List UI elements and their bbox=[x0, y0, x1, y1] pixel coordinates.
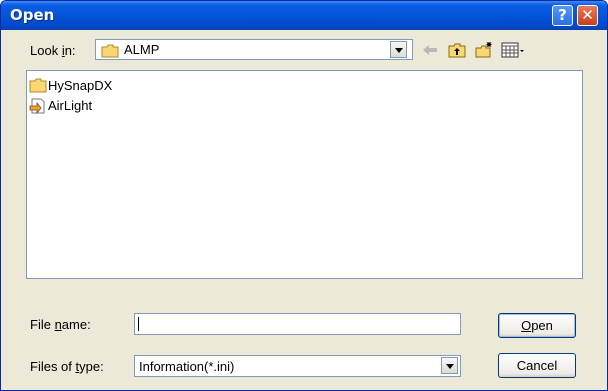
up-folder-icon[interactable] bbox=[447, 41, 467, 59]
title-bar[interactable]: Open ? ✕ bbox=[1, 1, 607, 30]
lookin-select[interactable]: ALMP bbox=[95, 39, 413, 60]
open-dialog: Open ? ✕ Look in: ALMP HySnapDX AirLight… bbox=[0, 0, 608, 391]
file-name: HySnapDX bbox=[48, 78, 113, 93]
lookin-label-post: n: bbox=[64, 43, 76, 58]
open-button-accel: O bbox=[521, 318, 532, 333]
filename-label: File name: bbox=[30, 317, 91, 332]
help-button[interactable]: ? bbox=[552, 5, 573, 26]
lookin-label: Look in: bbox=[30, 43, 76, 58]
folder-icon bbox=[101, 44, 119, 58]
filetype-label-pre: Files of bbox=[30, 359, 76, 374]
window-title: Open bbox=[10, 6, 55, 24]
file-list[interactable]: HySnapDX AirLight bbox=[26, 70, 583, 279]
filename-input[interactable] bbox=[134, 313, 461, 335]
shortcut-file-icon bbox=[29, 98, 45, 114]
filetype-label: Files of type: bbox=[30, 359, 104, 374]
filename-label-post: ame: bbox=[61, 317, 91, 332]
filetype-dropdown-button[interactable] bbox=[441, 357, 458, 374]
folder-icon bbox=[29, 78, 47, 93]
text-caret bbox=[138, 317, 139, 331]
lookin-dropdown-button[interactable] bbox=[390, 41, 407, 58]
open-button-label: pen bbox=[531, 318, 553, 333]
filetype-select[interactable]: Information(*.ini) bbox=[134, 355, 461, 377]
new-folder-icon[interactable] bbox=[474, 41, 494, 59]
filetype-label-post: ype: bbox=[79, 359, 104, 374]
filename-label-pre: File bbox=[30, 317, 55, 332]
lookin-value: ALMP bbox=[124, 42, 160, 57]
filetype-value: Information(*.ini) bbox=[139, 359, 235, 374]
back-icon[interactable] bbox=[420, 41, 440, 59]
filename-label-accel: n bbox=[54, 317, 62, 332]
cancel-button[interactable]: Cancel bbox=[498, 353, 576, 378]
open-button[interactable]: Open bbox=[498, 313, 576, 338]
file-name: AirLight bbox=[48, 98, 93, 113]
lookin-label-pre: Look bbox=[30, 43, 62, 58]
view-menu-icon[interactable] bbox=[501, 41, 527, 59]
close-button[interactable]: ✕ bbox=[577, 5, 598, 26]
